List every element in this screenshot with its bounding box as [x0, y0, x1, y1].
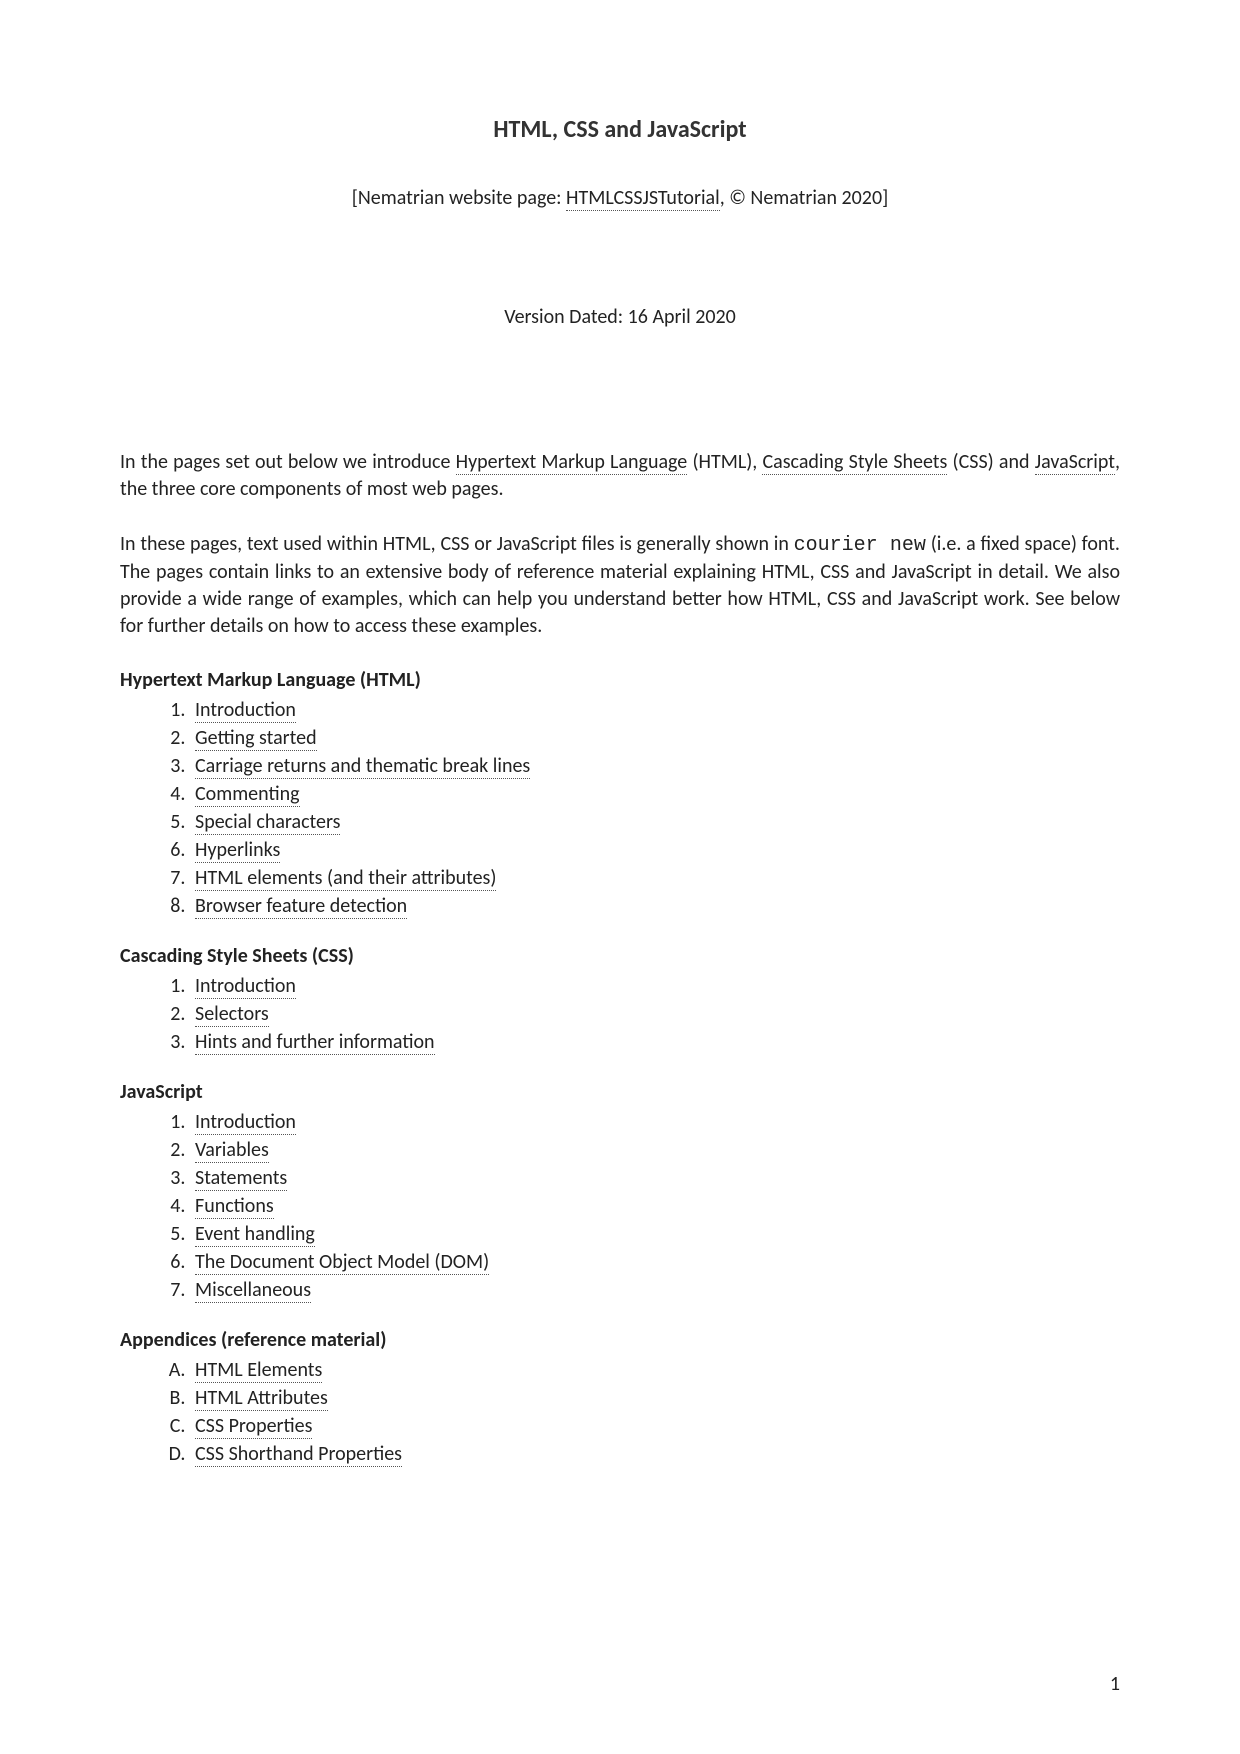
link-item[interactable]: Statements — [195, 1166, 287, 1191]
link-item[interactable]: HTML Elements — [195, 1358, 322, 1383]
list-item: Miscellaneous — [190, 1276, 1120, 1304]
link-css[interactable]: Cascading Style Sheets — [762, 450, 947, 475]
appendices-list: HTML Elements HTML Attributes CSS Proper… — [190, 1356, 1120, 1468]
link-item[interactable]: Introduction — [195, 1110, 296, 1135]
link-item[interactable]: Hyperlinks — [195, 838, 280, 863]
link-item[interactable]: Miscellaneous — [195, 1278, 311, 1303]
courier-new-sample: courier new — [794, 534, 926, 557]
list-item: The Document Object Model (DOM) — [190, 1248, 1120, 1276]
link-item[interactable]: Hints and further information — [195, 1030, 435, 1055]
link-html[interactable]: Hypertext Markup Language — [456, 450, 688, 475]
page-number: 1 — [1110, 1672, 1120, 1696]
link-item[interactable]: Introduction — [195, 974, 296, 999]
list-item: Getting started — [190, 724, 1120, 752]
link-item[interactable]: Getting started — [195, 726, 317, 751]
link-item[interactable]: CSS Shorthand Properties — [195, 1442, 402, 1467]
list-item: Variables — [190, 1136, 1120, 1164]
intro2-text: In these pages, text used within HTML, C… — [120, 532, 794, 556]
list-item: Special characters — [190, 808, 1120, 836]
link-item[interactable]: CSS Properties — [195, 1414, 312, 1439]
link-item[interactable]: Variables — [195, 1138, 269, 1163]
link-javascript[interactable]: JavaScript — [1035, 450, 1115, 475]
list-item: Hyperlinks — [190, 836, 1120, 864]
list-item: Statements — [190, 1164, 1120, 1192]
list-item: HTML Elements — [190, 1356, 1120, 1384]
list-item: HTML elements (and their attributes) — [190, 864, 1120, 892]
list-item: Commenting — [190, 780, 1120, 808]
html-list: Introduction Getting started Carriage re… — [190, 696, 1120, 920]
intro1-text: In the pages set out below we introduce — [120, 450, 456, 474]
version-date: Version Dated: 16 April 2020 — [120, 305, 1120, 329]
list-item: Introduction — [190, 972, 1120, 1000]
link-item[interactable]: Selectors — [195, 1002, 269, 1027]
list-item: Carriage returns and thematic break line… — [190, 752, 1120, 780]
subtitle-prefix: [Nematrian website page: — [352, 186, 566, 210]
section-heading-appendices: Appendices (reference material) — [120, 1328, 1120, 1352]
link-item[interactable]: Functions — [195, 1194, 274, 1219]
page-title: HTML, CSS and JavaScript — [120, 115, 1120, 144]
link-item[interactable]: HTML Attributes — [195, 1386, 328, 1411]
list-item: Selectors — [190, 1000, 1120, 1028]
page-subtitle: [Nematrian website page: HTMLCSSJSTutori… — [120, 186, 1120, 210]
intro-paragraph-2: In these pages, text used within HTML, C… — [120, 531, 1120, 640]
link-item[interactable]: Special characters — [195, 810, 340, 835]
section-heading-javascript: JavaScript — [120, 1080, 1120, 1104]
subtitle-link[interactable]: HTMLCSSJSTutorial — [566, 186, 720, 211]
list-item: Hints and further information — [190, 1028, 1120, 1056]
list-item: Introduction — [190, 696, 1120, 724]
link-item[interactable]: Browser feature detection — [195, 894, 407, 919]
css-list: Introduction Selectors Hints and further… — [190, 972, 1120, 1056]
link-item[interactable]: The Document Object Model (DOM) — [195, 1250, 489, 1275]
list-item: Browser feature detection — [190, 892, 1120, 920]
javascript-list: Introduction Variables Statements Functi… — [190, 1108, 1120, 1304]
link-item[interactable]: HTML elements (and their attributes) — [195, 866, 496, 891]
link-item[interactable]: Event handling — [195, 1222, 315, 1247]
link-item[interactable]: Commenting — [195, 782, 300, 807]
list-item: CSS Properties — [190, 1412, 1120, 1440]
list-item: Introduction — [190, 1108, 1120, 1136]
list-item: Event handling — [190, 1220, 1120, 1248]
intro1-text: (HTML), — [687, 450, 762, 474]
section-heading-css: Cascading Style Sheets (CSS) — [120, 944, 1120, 968]
subtitle-suffix: , © Nematrian 2020] — [720, 186, 889, 210]
link-item[interactable]: Introduction — [195, 698, 296, 723]
section-heading-html: Hypertext Markup Language (HTML) — [120, 668, 1120, 692]
link-item[interactable]: Carriage returns and thematic break line… — [195, 754, 530, 779]
list-item: HTML Attributes — [190, 1384, 1120, 1412]
intro-paragraph-1: In the pages set out below we introduce … — [120, 449, 1120, 503]
list-item: CSS Shorthand Properties — [190, 1440, 1120, 1468]
list-item: Functions — [190, 1192, 1120, 1220]
intro1-text: (CSS) and — [947, 450, 1034, 474]
